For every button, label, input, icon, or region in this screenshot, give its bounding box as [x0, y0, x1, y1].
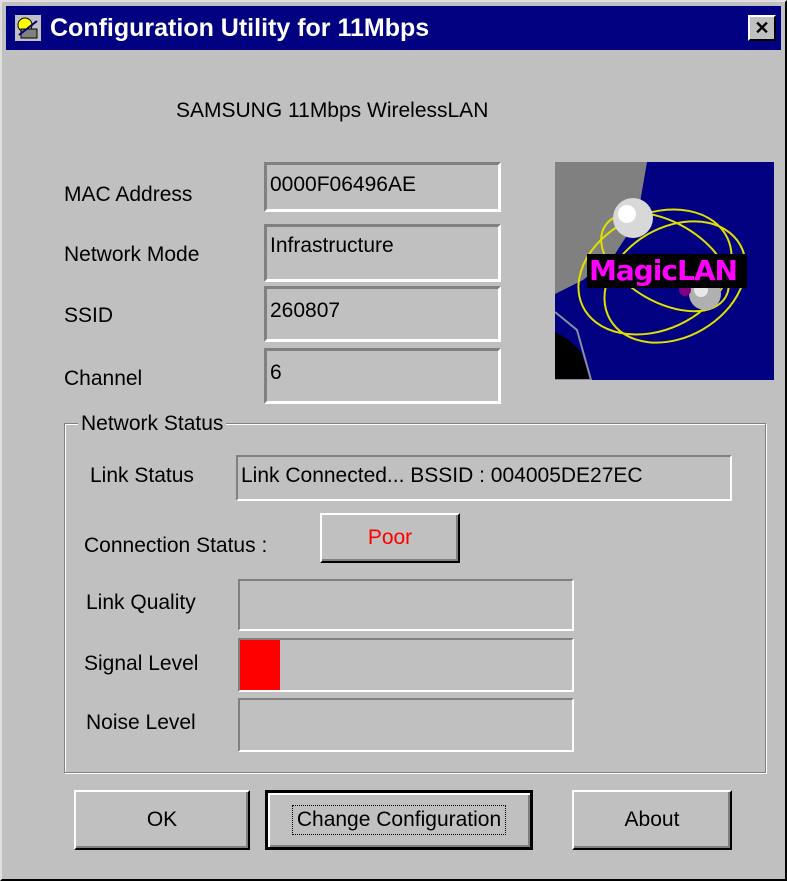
close-button[interactable]: ✕	[748, 15, 776, 41]
network-mode-field: Infrastructure	[264, 224, 501, 282]
signal-level-label: Signal Level	[84, 652, 199, 675]
link-status-field: Link Connected... BSSID : 004005DE27EC	[236, 455, 732, 501]
connection-status-label: Connection Status :	[84, 534, 268, 557]
connection-status-value: Poor	[367, 526, 413, 549]
channel-field: 6	[264, 348, 501, 404]
about-button[interactable]: About	[572, 790, 732, 850]
mac-address-field: 0000F06496AE	[264, 162, 501, 212]
connection-status-indicator: Poor	[320, 513, 460, 563]
link-quality-label: Link Quality	[86, 591, 196, 614]
window-title: Configuration Utility for 11Mbps	[50, 14, 430, 42]
change-configuration-button-label: Change Configuration	[291, 805, 507, 835]
network-mode-label: Network Mode	[64, 243, 200, 266]
mac-address-label: MAC Address	[64, 183, 193, 206]
magiclan-logo-text: MagicLAN	[589, 254, 738, 287]
about-button-label: About	[624, 808, 680, 831]
change-configuration-button[interactable]: Change Configuration	[265, 790, 533, 850]
signal-level-meter	[238, 638, 574, 692]
network-status-title: Network Status	[78, 411, 227, 437]
channel-label: Channel	[64, 367, 143, 390]
app-icon	[15, 15, 41, 41]
noise-level-label: Noise Level	[86, 711, 196, 734]
link-quality-meter	[238, 579, 574, 631]
noise-level-meter	[238, 698, 574, 752]
title-bar[interactable]: Configuration Utility for 11Mbps ✕	[6, 6, 781, 50]
ok-button[interactable]: OK	[74, 790, 250, 850]
signal-level-fill	[240, 640, 280, 690]
product-name: SAMSUNG 11Mbps WirelessLAN	[176, 99, 489, 122]
config-utility-window: Configuration Utility for 11Mbps ✕ SAMSU…	[0, 0, 787, 881]
magiclan-logo: MagicLAN	[555, 162, 774, 380]
link-status-label: Link Status	[90, 464, 194, 487]
ssid-field: 260807	[264, 286, 501, 342]
ok-button-label: OK	[146, 808, 178, 831]
close-icon: ✕	[754, 17, 770, 38]
ssid-label: SSID	[64, 304, 114, 327]
